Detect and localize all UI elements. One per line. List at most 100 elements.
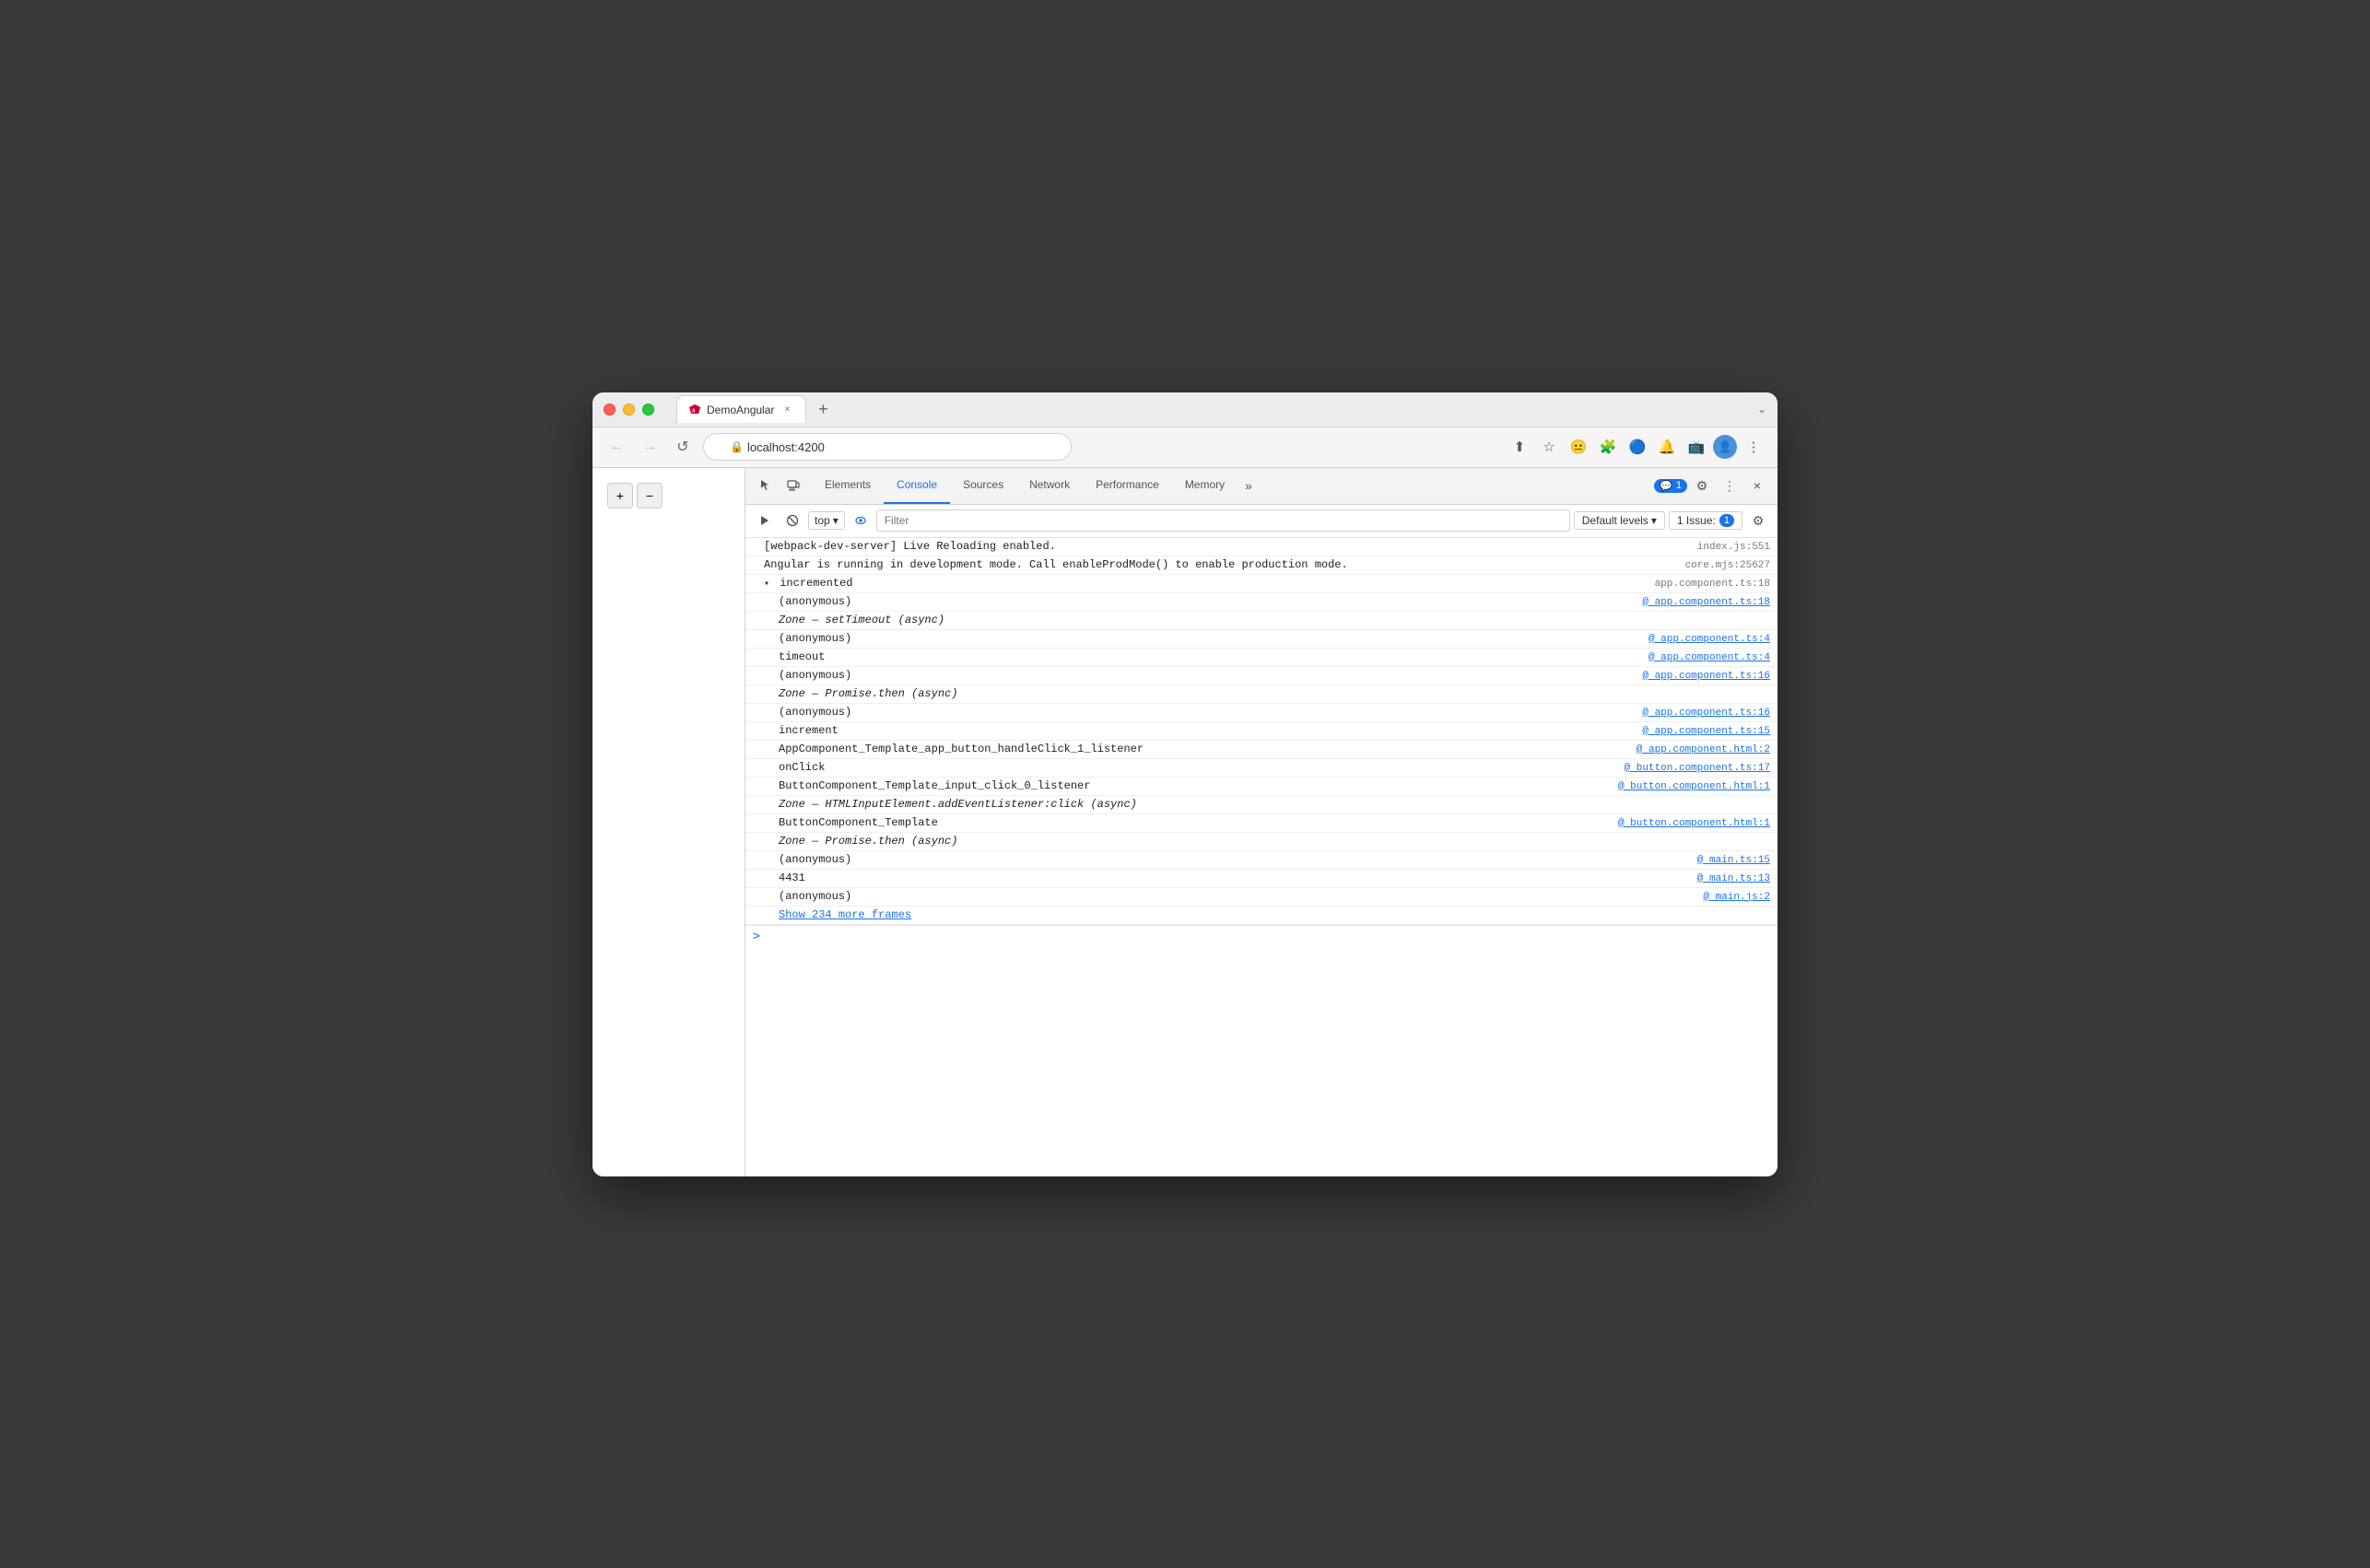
console-row-16: ButtonComponent_Template @ button.compon… — [745, 814, 1778, 833]
console-row-12: AppComponent_Template_app_button_handleC… — [745, 741, 1778, 759]
tab-sources[interactable]: Sources — [950, 468, 1016, 505]
console-location-link[interactable]: @ main.ts:13 — [1697, 873, 1770, 884]
show-more-frames-link[interactable]: Show 234 more frames — [779, 908, 911, 921]
devtools-settings-button[interactable]: ⚙ — [1689, 473, 1715, 498]
console-location-link[interactable]: @ button.component.ts:17 — [1625, 763, 1770, 774]
devtools-toolbar: Elements Console Sources Network Perform… — [745, 468, 1778, 505]
console-text: Zone — Promise.then (async) — [779, 835, 1770, 848]
console-message-2: Angular is running in development mode. … — [745, 556, 1778, 575]
chevron-down-icon[interactable]: ⌄ — [1757, 403, 1766, 415]
tab-close-button[interactable]: × — [780, 403, 794, 417]
forward-button[interactable]: → — [637, 434, 663, 460]
eye-button[interactable] — [849, 509, 873, 532]
console-location-link[interactable]: @ app.component.ts:4 — [1648, 634, 1770, 645]
tab-memory[interactable]: Memory — [1172, 468, 1238, 505]
extension-ghost-icon[interactable]: 😐 — [1566, 434, 1591, 460]
clear-console-button[interactable] — [753, 509, 777, 532]
context-selector[interactable]: top ▾ — [808, 511, 845, 530]
devtools-more-button[interactable]: ⋮ — [1717, 473, 1742, 498]
devtools-tabs: Elements Console Sources Network Perform… — [808, 468, 1652, 505]
console-location-link[interactable]: @ app.component.ts:18 — [1642, 597, 1770, 608]
share-icon[interactable]: ⬆ — [1507, 434, 1532, 460]
zoom-controls: + − — [607, 483, 663, 509]
issues-button[interactable]: 1 Issue: 1 — [1669, 511, 1742, 530]
console-message-1: [webpack-dev-server] Live Reloading enab… — [745, 538, 1778, 556]
tab-console[interactable]: Console — [884, 468, 950, 505]
page-area: + − — [592, 468, 745, 1176]
console-location-link[interactable]: @ app.component.ts:15 — [1642, 726, 1770, 737]
filter-input[interactable] — [876, 509, 1570, 532]
devtools-panel: Elements Console Sources Network Perform… — [745, 468, 1778, 1176]
toolbar-actions: ⬆ ☆ 😐 🧩 🔵 🔔 📺 👤 ⋮ — [1507, 434, 1766, 460]
angular-favicon-icon: A — [688, 404, 701, 416]
tab-performance[interactable]: Performance — [1083, 468, 1172, 505]
console-message-badge[interactable]: 💬 1 — [1654, 479, 1687, 493]
tab-elements[interactable]: Elements — [812, 468, 884, 505]
tab-overflow-button[interactable]: » — [1238, 468, 1260, 505]
devtools-close-button[interactable]: × — [1744, 473, 1770, 498]
maximize-window-button[interactable] — [642, 404, 654, 415]
console-row-17: Zone — Promise.then (async) — [745, 833, 1778, 851]
console-secondary-toolbar: top ▾ Default levels ▾ 1 Issue: 1 — [745, 505, 1778, 538]
console-row-4: (anonymous) @ app.component.ts:18 — [745, 593, 1778, 612]
console-text: (anonymous) — [779, 632, 1634, 645]
console-group-header[interactable]: ▾ incremented app.component.ts:18 — [745, 575, 1778, 593]
tab-network[interactable]: Network — [1016, 468, 1083, 505]
console-location[interactable]: core.mjs:25627 — [1685, 560, 1770, 571]
block-requests-button[interactable] — [780, 509, 804, 532]
console-row-21[interactable]: Show 234 more frames — [745, 907, 1778, 925]
console-location[interactable]: index.js:551 — [1697, 542, 1770, 553]
console-location-link[interactable]: @ app.component.ts:16 — [1642, 708, 1770, 719]
address-input[interactable]: 🔒 localhost:4200 — [703, 433, 1072, 461]
console-row-7: timeout @ app.component.ts:4 — [745, 649, 1778, 667]
console-row-15: Zone — HTMLInputElement.addEventListener… — [745, 796, 1778, 814]
console-text: AppComponent_Template_app_button_handleC… — [779, 743, 1622, 755]
minimize-window-button[interactable] — [623, 404, 635, 415]
console-settings-button[interactable]: ⚙ — [1746, 509, 1770, 532]
bookmark-icon[interactable]: ☆ — [1536, 434, 1562, 460]
tab-title: DemoAngular — [707, 404, 774, 416]
console-location-link[interactable]: @ app.component.ts:4 — [1648, 652, 1770, 663]
traffic-lights — [604, 404, 654, 415]
default-levels-button[interactable]: Default levels ▾ — [1574, 511, 1665, 530]
console-row-9: Zone — Promise.then (async) — [745, 685, 1778, 704]
console-text: (anonymous) — [779, 669, 1627, 682]
console-location-link[interactable]: @ app.component.ts:16 — [1642, 671, 1770, 682]
back-button[interactable]: ← — [604, 434, 629, 460]
console-location-link[interactable]: @ button.component.html:1 — [1618, 818, 1770, 829]
device-toggle-button[interactable] — [780, 473, 806, 498]
extensions-icon[interactable]: 🧩 — [1595, 434, 1621, 460]
tab-bar-end: ⌄ — [1757, 401, 1766, 417]
profile-avatar[interactable]: 👤 — [1713, 435, 1737, 459]
profile-notifications-icon[interactable]: 🔵 — [1625, 434, 1650, 460]
console-location-link[interactable]: @ app.component.html:2 — [1637, 744, 1770, 755]
console-location-link[interactable]: @ main.js:2 — [1703, 892, 1770, 903]
screencast-icon[interactable]: 📺 — [1684, 434, 1709, 460]
console-text: Zone — Promise.then (async) — [779, 687, 1770, 700]
console-text: (anonymous) — [779, 890, 1688, 903]
zoom-out-button[interactable]: − — [637, 483, 663, 509]
cursor-icon — [758, 478, 773, 493]
console-row-8: (anonymous) @ app.component.ts:16 — [745, 667, 1778, 685]
console-row-6: (anonymous) @ app.component.ts:4 — [745, 630, 1778, 649]
console-text: Zone — setTimeout (async) — [779, 614, 1770, 626]
refresh-button[interactable]: ↺ — [670, 434, 696, 460]
console-location-link[interactable]: @ button.component.html:1 — [1618, 781, 1770, 792]
console-location[interactable]: app.component.ts:18 — [1655, 579, 1770, 590]
inspect-element-button[interactable] — [753, 473, 779, 498]
more-options-icon[interactable]: ⋮ — [1741, 434, 1766, 460]
address-bar: ← → ↺ 🔒 localhost:4200 ⬆ ☆ 😐 🧩 🔵 🔔 📺 👤 ⋮ — [592, 427, 1778, 468]
close-window-button[interactable] — [604, 404, 616, 415]
eye-icon — [854, 514, 867, 527]
new-tab-button[interactable]: + — [810, 396, 836, 422]
browser-tab[interactable]: A DemoAngular × — [676, 395, 806, 423]
console-row-14: ButtonComponent_Template_input_click_0_l… — [745, 778, 1778, 796]
block-icon — [786, 514, 799, 527]
bell-icon[interactable]: 🔔 — [1654, 434, 1680, 460]
zoom-in-button[interactable]: + — [607, 483, 633, 509]
devtools-actions: 💬 1 ⚙ ⋮ × — [1654, 473, 1770, 498]
console-input-row[interactable]: > — [745, 925, 1778, 947]
console-text: ButtonComponent_Template — [779, 816, 1603, 829]
console-location-link[interactable]: @ main.ts:15 — [1697, 855, 1770, 866]
console-output[interactable]: [webpack-dev-server] Live Reloading enab… — [745, 538, 1778, 1176]
